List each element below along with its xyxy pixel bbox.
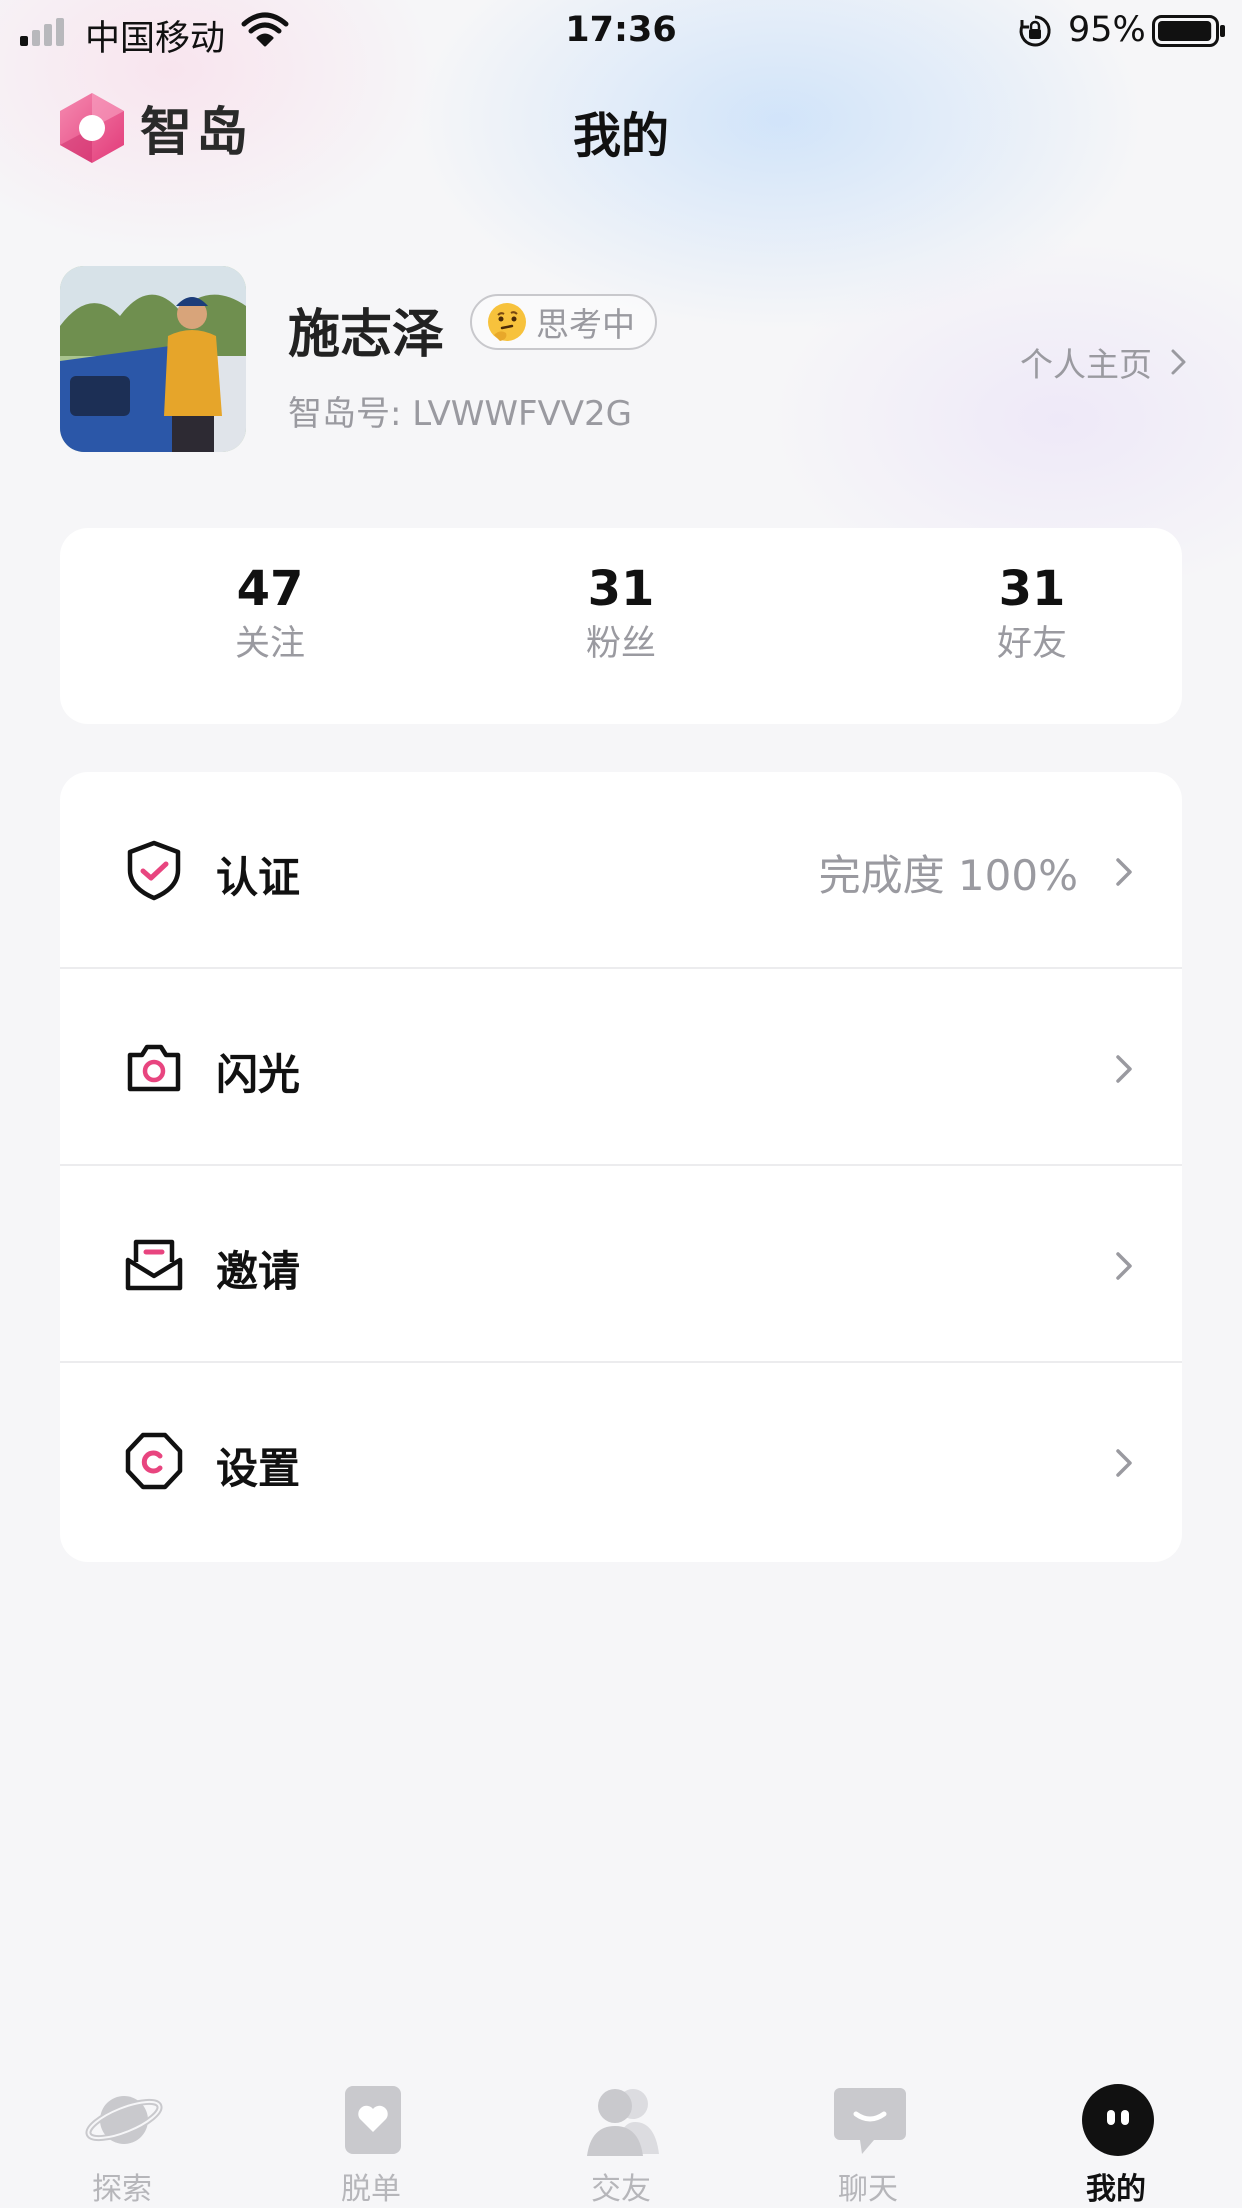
thinking-face-icon: [488, 303, 526, 341]
verification-progress: 完成度 100%: [818, 851, 1078, 900]
planet-icon: [85, 2096, 163, 2144]
avatar[interactable]: [60, 266, 246, 452]
battery-percent: 95%: [1068, 10, 1146, 50]
settings-hexagon-icon: [125, 1432, 183, 1490]
menu-item-label: 认证: [216, 853, 301, 902]
bottom-tab-bar: 探索 脱单 交友 聊天 我的: [0, 2060, 1242, 2208]
tab-profile[interactable]: 我的: [1016, 2060, 1216, 2208]
menu-card: 认证 完成度 100% 闪光 邀请 设置: [60, 772, 1182, 1562]
tab-label: 交友: [591, 2172, 651, 2207]
stat-following-count: 47: [236, 561, 304, 617]
stats-card: 47 关注 31 粉丝 31 好友: [60, 528, 1182, 724]
menu-item-label: 闪光: [216, 1050, 301, 1099]
stat-friends-label: 好友: [996, 624, 1067, 664]
personal-homepage-link[interactable]: 个人主页: [1020, 338, 1188, 386]
chevron-right-icon: [1116, 858, 1132, 886]
camera-icon: [127, 1044, 181, 1092]
tab-label: 探索: [92, 2172, 152, 2207]
tab-chat[interactable]: 聊天: [768, 2060, 968, 2208]
personal-homepage-label: 个人主页: [1020, 345, 1152, 384]
tab-label: 脱单: [341, 2172, 401, 2207]
chevron-right-icon: [1116, 1055, 1132, 1083]
menu-item-invite[interactable]: 邀请: [60, 1166, 1182, 1363]
status-bar: 中国移动 17:36 95%: [0, 0, 1242, 62]
menu-item-flash[interactable]: 闪光: [60, 969, 1182, 1166]
battery-icon: [1152, 15, 1225, 47]
menu-item-label: 设置: [216, 1444, 301, 1493]
user-name: 施志泽: [288, 305, 445, 365]
chat-bubble-icon: [834, 2088, 906, 2154]
page-title: 我的: [572, 108, 669, 164]
tab-friends[interactable]: 交友: [521, 2060, 721, 2208]
tab-explore[interactable]: 探索: [22, 2060, 222, 2208]
envelope-icon: [125, 1239, 183, 1291]
tab-dating[interactable]: 脱单: [271, 2060, 471, 2208]
friends-icon: [587, 2089, 659, 2156]
chevron-right-icon: [1171, 349, 1186, 375]
chevron-right-icon: [1116, 1252, 1132, 1280]
menu-item-verification[interactable]: 认证 完成度 100%: [60, 772, 1182, 969]
status-time: 17:36: [565, 10, 677, 50]
mood-status-text: 思考中: [536, 305, 635, 344]
stat-following[interactable]: 47 关注: [120, 558, 420, 668]
tab-label: 聊天: [838, 2172, 898, 2207]
stat-fans-label: 粉丝: [585, 624, 656, 664]
avatar-photo: [60, 266, 246, 452]
stat-friends-count: 31: [998, 561, 1066, 617]
stat-following-label: 关注: [234, 624, 305, 664]
chevron-right-icon: [1116, 1449, 1132, 1477]
stat-fans[interactable]: 31 粉丝: [471, 558, 771, 668]
stat-friends[interactable]: 31 好友: [882, 558, 1182, 668]
shield-check-icon: [127, 840, 181, 901]
mood-status-badge[interactable]: 思考中: [470, 294, 657, 350]
orientation-lock-icon: [1019, 15, 1051, 47]
heart-card-icon: [345, 2086, 401, 2154]
tab-label: 我的: [1086, 2172, 1146, 2207]
profile-face-icon: [1082, 2084, 1154, 2156]
stat-fans-count: 31: [587, 561, 655, 617]
menu-item-settings[interactable]: 设置: [60, 1363, 1182, 1560]
menu-item-label: 邀请: [216, 1247, 301, 1296]
user-id-label: 智岛号: LVWWFVV2G: [288, 394, 633, 434]
